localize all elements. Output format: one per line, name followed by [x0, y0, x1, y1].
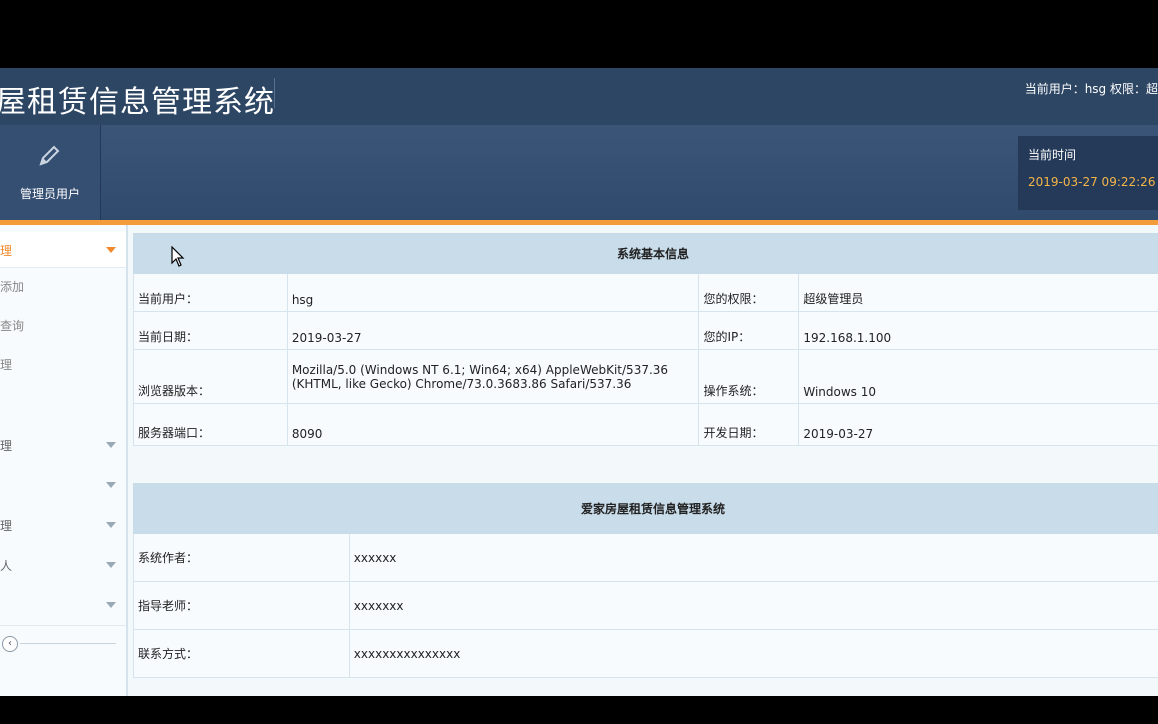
- browser-line-2: (KHTML, like Gecko) Chrome/73.0.3683.86 …: [291, 376, 632, 391]
- about-table: 爱家房屋租赁信息管理系统 系统作者： xxxxxx 指导老师： xxxxxxx …: [133, 483, 1158, 678]
- value-server-port: 8090: [286, 403, 700, 446]
- table-row: 当前日期： 2019-03-27 您的IP： 192.168.1.100: [133, 311, 1158, 350]
- sidebar-group-label: 人: [0, 559, 13, 573]
- sidebar-group-label: 理: [0, 244, 13, 258]
- sidebar: 理 添加 查询 理 理 理 人 ‹: [0, 225, 128, 696]
- label-permission: 您的权限：: [698, 273, 800, 312]
- app-window: 屋租赁信息管理系统 当前用户：hsg 权限：超 管理员用户 当前时间 2019-…: [0, 68, 1158, 696]
- nav-tile-label: 管理员用户: [19, 187, 80, 201]
- label-server-port: 服务器端口：: [133, 403, 288, 446]
- sidebar-group-2[interactable]: [0, 465, 126, 506]
- value-current-user: hsg: [286, 273, 700, 312]
- label-current-user: 当前用户：: [133, 273, 288, 312]
- label-advisor: 指导老师：: [133, 581, 350, 630]
- label-current-date: 当前日期：: [133, 311, 288, 350]
- sidebar-subitem-manage[interactable]: 理: [0, 356, 12, 373]
- nav-tile-admin-user[interactable]: 管理员用户: [0, 125, 101, 220]
- system-info-table: 系统基本信息 当前用户： hsg 您的权限： 超级管理员 当前日期： 2019-…: [133, 233, 1158, 446]
- value-os: Windows 10: [798, 349, 1158, 404]
- sidebar-group-label: 理: [0, 519, 13, 533]
- about-title: 爱家房屋租赁信息管理系统: [133, 483, 1158, 534]
- sidebar-collapse: ‹: [0, 630, 126, 660]
- table-row: 浏览器版本： Mozilla/5.0 (Windows NT 6.1; Win6…: [133, 349, 1158, 404]
- label-browser: 浏览器版本：: [133, 349, 288, 404]
- table-row: 服务器端口： 8090 开发日期： 2019-03-27: [133, 403, 1158, 446]
- label-os: 操作系统：: [698, 349, 800, 404]
- sidebar-group-5[interactable]: [0, 585, 126, 626]
- clock-value: 2019-03-27 09:22:26 F: [1028, 175, 1158, 189]
- top-header: 屋租赁信息管理系统 当前用户：hsg 权限：超: [0, 68, 1158, 126]
- app-title: 屋租赁信息管理系统: [0, 85, 275, 120]
- table-row: 联系方式： xxxxxxxxxxxxxxx: [133, 629, 1158, 678]
- value-browser: Mozilla/5.0 (Windows NT 6.1; Win64; x64)…: [286, 349, 700, 404]
- sidebar-group-3[interactable]: 理: [0, 505, 126, 546]
- value-contact: xxxxxxxxxxxxxxx: [348, 629, 1158, 678]
- nav-bar: 管理员用户 当前时间 2019-03-27 09:22:26 F: [0, 125, 1158, 220]
- table-row: 指导老师： xxxxxxx: [133, 581, 1158, 630]
- table-row: 当前用户： hsg 您的权限： 超级管理员: [133, 273, 1158, 312]
- table-row: 系统作者： xxxxxx: [133, 533, 1158, 582]
- chevron-down-icon: [106, 602, 116, 608]
- chevron-down-icon: [106, 247, 116, 253]
- value-dev-date: 2019-03-27: [798, 403, 1158, 446]
- sidebar-subitem-add[interactable]: 添加: [0, 278, 24, 295]
- sidebar-group-active[interactable]: 理: [0, 232, 126, 268]
- accent-divider: [0, 220, 1158, 225]
- value-advisor: xxxxxxx: [348, 581, 1158, 630]
- label-author: 系统作者：: [133, 533, 350, 582]
- browser-line-1: Mozilla/5.0 (Windows NT 6.1; Win64; x64)…: [291, 362, 669, 377]
- chevron-down-icon: [106, 442, 116, 448]
- chevron-down-icon: [106, 562, 116, 568]
- label-dev-date: 开发日期：: [698, 403, 800, 446]
- title-separator: [274, 78, 275, 108]
- clock-label: 当前时间: [1028, 148, 1077, 162]
- chevron-left-icon[interactable]: ‹: [2, 636, 18, 652]
- mouse-cursor-icon: [171, 246, 185, 267]
- sidebar-group-label: 理: [0, 439, 13, 453]
- sidebar-group-1[interactable]: 理: [0, 425, 126, 466]
- current-user-info: 当前用户：hsg 权限：超: [1024, 82, 1158, 96]
- sidebar-subitem-query[interactable]: 查询: [0, 317, 24, 334]
- chevron-down-icon: [106, 522, 116, 528]
- clock-panel: 当前时间 2019-03-27 09:22:26 F: [1018, 136, 1158, 210]
- value-current-date: 2019-03-27: [286, 311, 700, 350]
- system-info-title: 系统基本信息: [133, 233, 1158, 274]
- pencil-icon: [39, 145, 60, 166]
- value-permission: 超级管理员: [798, 273, 1158, 312]
- chevron-down-icon: [106, 482, 116, 488]
- divider: [20, 643, 116, 644]
- label-contact: 联系方式：: [133, 629, 350, 678]
- value-ip: 192.168.1.100: [798, 311, 1158, 350]
- value-author: xxxxxx: [348, 533, 1158, 582]
- label-ip: 您的IP：: [698, 311, 800, 350]
- sidebar-group-4[interactable]: 人: [0, 545, 126, 586]
